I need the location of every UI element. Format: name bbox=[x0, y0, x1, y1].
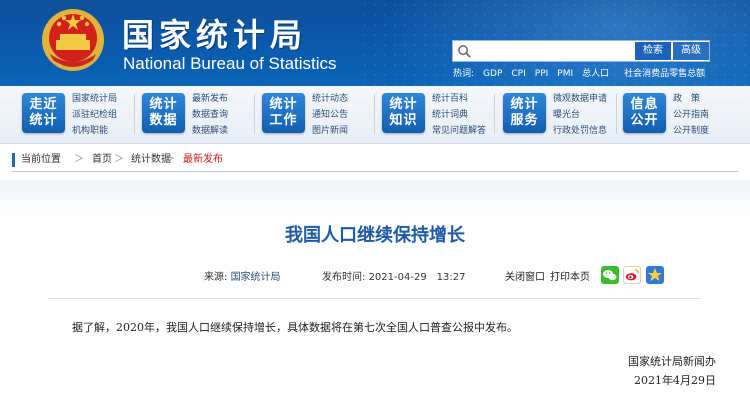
breadcrumb-separator: ＞ bbox=[165, 154, 175, 165]
nav-links-service: 微观数据申请 曝光台 行政处罚信息 bbox=[553, 91, 607, 139]
nav-links-about: 国家统计局 派驻纪检组 机构职能 bbox=[72, 91, 117, 139]
content-divider bbox=[48, 298, 700, 299]
nav-link-faq[interactable]: 常见问题解答 bbox=[432, 123, 486, 139]
nav-link-dictionary[interactable]: 统计词典 bbox=[432, 107, 486, 123]
search-icon bbox=[458, 45, 471, 58]
nav-tile-knowledge[interactable]: 统计 知识 bbox=[382, 93, 425, 133]
nav-tile-service[interactable]: 统计 服务 bbox=[503, 93, 546, 133]
article-title: 我国人口继续保持增长 bbox=[285, 225, 465, 246]
source-label: 来源: bbox=[204, 272, 228, 283]
article-time: 发布时间: 2021-04-29 13:27 bbox=[322, 268, 466, 283]
hot-word-retail-sales[interactable]: 社会消费品零售总额 bbox=[624, 69, 705, 79]
nav-tile-data[interactable]: 统计 数据 bbox=[142, 93, 185, 133]
breadcrumb-marker bbox=[12, 153, 15, 167]
nav-link-discipline-group[interactable]: 派驻纪检组 bbox=[72, 107, 117, 123]
nav-link-policy[interactable]: 政 策 bbox=[673, 91, 709, 107]
qzone-share-icon[interactable] bbox=[646, 266, 664, 284]
national-emblem-icon[interactable] bbox=[38, 4, 108, 74]
breadcrumb-home[interactable]: 首页 bbox=[92, 150, 112, 170]
nav-link-encyclopedia[interactable]: 统计百科 bbox=[432, 91, 486, 107]
close-window-button[interactable]: 关闭窗口 bbox=[505, 268, 545, 283]
nav-links-disclosure: 政 策 公开指南 公开制度 bbox=[673, 91, 709, 139]
hot-word-pmi[interactable]: PMI bbox=[557, 69, 573, 79]
nav-link-notices[interactable]: 通知公告 bbox=[312, 107, 348, 123]
site-header: 国家统计局 National Bureau of Statistics 检索 高… bbox=[0, 0, 750, 86]
weibo-share-icon[interactable] bbox=[623, 266, 641, 284]
nav-divider bbox=[374, 94, 375, 134]
advanced-search-button[interactable]: 高级 bbox=[673, 42, 709, 60]
hot-word-ppi[interactable]: PPI bbox=[535, 69, 549, 79]
article-body: 据了解，2020年，我国人口继续保持增长，具体数据将在第七次全国人口普查公报中发… bbox=[72, 321, 518, 334]
nav-link-functions[interactable]: 机构职能 bbox=[72, 123, 117, 139]
hot-words: 热词: GDP CPI PPI PMI 总人口 社会消费品零售总额 bbox=[453, 66, 705, 79]
article-sign-org: 国家统计局新闻办 bbox=[628, 355, 716, 368]
nav-tile-work[interactable]: 统计 工作 bbox=[262, 93, 305, 133]
search-box: 检索 高级 bbox=[452, 40, 710, 62]
nav-link-data-query[interactable]: 数据查询 bbox=[192, 107, 228, 123]
nav-link-exposure[interactable]: 曝光台 bbox=[553, 107, 607, 123]
breadcrumb-separator: ＞ bbox=[114, 154, 124, 165]
nav-links-knowledge: 统计百科 统计词典 常见问题解答 bbox=[432, 91, 486, 139]
search-input[interactable] bbox=[475, 42, 630, 60]
nav-tile-disclosure[interactable]: 信息 公开 bbox=[623, 93, 666, 133]
breadcrumb: 当前位置 ＞ 首页 ＞ 统计数据 ＞ 最新发布 bbox=[12, 150, 738, 172]
article-source: 来源: 国家统计局 bbox=[204, 268, 281, 283]
nav-link-stat-news[interactable]: 统计动态 bbox=[312, 91, 348, 107]
hot-words-label: 热词: bbox=[453, 69, 475, 79]
nav-divider bbox=[134, 94, 135, 134]
nav-link-photo-news[interactable]: 图片新闻 bbox=[312, 123, 348, 139]
hot-word-cpi[interactable]: CPI bbox=[511, 69, 525, 79]
nav-divider bbox=[616, 94, 617, 134]
hot-word-population[interactable]: 总人口 bbox=[582, 69, 609, 79]
time-value: 2021-04-29 13:27 bbox=[368, 272, 466, 283]
source-link[interactable]: 国家统计局 bbox=[231, 272, 281, 283]
nav-link-microdata[interactable]: 微观数据申请 bbox=[553, 91, 607, 107]
nav-link-data-interpretation[interactable]: 数据解读 bbox=[192, 123, 228, 139]
search-button[interactable]: 检索 bbox=[635, 42, 671, 60]
time-label: 发布时间: bbox=[322, 272, 366, 283]
print-page-button[interactable]: 打印本页 bbox=[550, 268, 590, 283]
hot-word-gdp[interactable]: GDP bbox=[483, 69, 502, 79]
nav-link-penalty-info[interactable]: 行政处罚信息 bbox=[553, 123, 607, 139]
nav-link-nbs[interactable]: 国家统计局 bbox=[72, 91, 117, 107]
nav-tile-about[interactable]: 走近 统计 bbox=[22, 93, 65, 133]
site-title-en[interactable]: National Bureau of Statistics bbox=[123, 54, 337, 74]
breadcrumb-current[interactable]: 最新发布 bbox=[183, 150, 223, 170]
nav-link-disclosure-rules[interactable]: 公开制度 bbox=[673, 123, 709, 139]
nav-links-work: 统计动态 通知公告 图片新闻 bbox=[312, 91, 348, 139]
nav-divider bbox=[254, 94, 255, 134]
nav-divider bbox=[494, 94, 495, 134]
nav-links-data: 最新发布 数据查询 数据解读 bbox=[192, 91, 228, 139]
site-title-cn[interactable]: 国家统计局 bbox=[122, 10, 307, 56]
breadcrumb-label: 当前位置 bbox=[21, 154, 61, 165]
nav-link-disclosure-guide[interactable]: 公开指南 bbox=[673, 107, 709, 123]
wechat-share-icon[interactable] bbox=[601, 266, 619, 284]
main-nav: 走近 统计 国家统计局 派驻纪检组 机构职能 统计 数据 最新发布 数据查询 数据解… bbox=[0, 86, 750, 144]
breadcrumb-separator: ＞ bbox=[74, 154, 84, 165]
article-sign-date: 2021年4月29日 bbox=[634, 374, 716, 387]
nav-link-latest-release[interactable]: 最新发布 bbox=[192, 91, 228, 107]
